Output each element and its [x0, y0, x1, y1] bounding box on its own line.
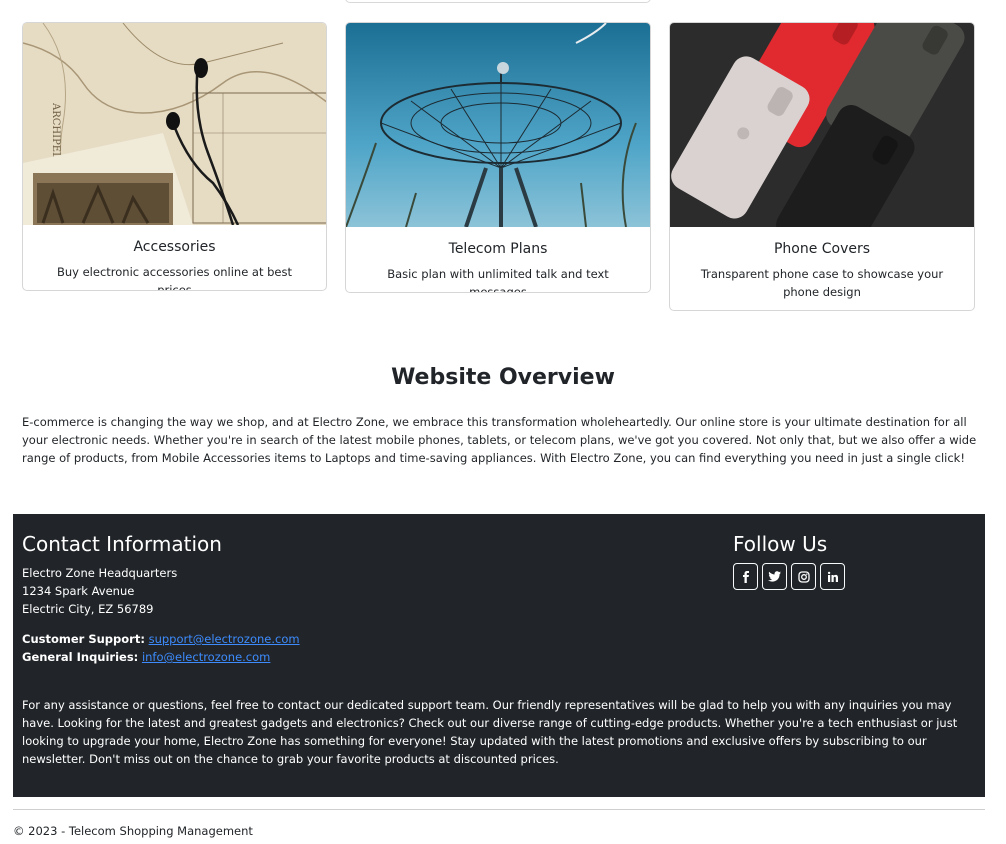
card-top-edge: [345, 0, 651, 3]
instagram-button[interactable]: [791, 563, 816, 590]
contact-emails: Customer Support: support@electrozone.co…: [22, 630, 300, 666]
address-line: 1234 Spark Avenue: [22, 584, 135, 598]
card-title: Accessories: [133, 239, 216, 255]
card-title: Telecom Plans: [448, 241, 548, 257]
phone-covers-card[interactable]: Phone Covers Transparent phone case to s…: [669, 22, 975, 311]
telecom-plans-card[interactable]: Telecom Plans Basic plan with unlimited …: [345, 22, 651, 293]
social-links: [733, 563, 845, 590]
support-label: Customer Support:: [22, 632, 145, 646]
instagram-icon: [797, 570, 810, 583]
overview-title: Website Overview: [391, 365, 615, 390]
address-line: Electro Zone Headquarters: [22, 566, 178, 580]
svg-text:ARCHIPEL: ARCHIPEL: [50, 102, 61, 159]
accessories-image: ARCHIPEL: [23, 23, 326, 225]
accessories-card[interactable]: ARCHIPEL Accessories Buy electronic acce…: [22, 22, 327, 291]
address-block: Electro Zone Headquarters 1234 Spark Ave…: [22, 564, 177, 618]
divider: [13, 809, 985, 810]
copyright-text: © 2023 - Telecom Shopping Management: [13, 824, 253, 838]
footer-paragraph: For any assistance or questions, feel fr…: [22, 698, 958, 766]
overview-text: E-commerce is changing the way we shop, …: [22, 415, 977, 465]
follow-title: Follow Us: [733, 532, 828, 556]
inquiries-email-link[interactable]: info@electrozone.com: [142, 650, 270, 664]
inquiries-label: General Inquiries:: [22, 650, 139, 664]
card-text: Basic plan with unlimited talk and text …: [387, 267, 609, 293]
contact-title: Contact Information: [22, 532, 222, 556]
facebook-icon: [742, 570, 749, 583]
twitter-icon: [768, 570, 781, 582]
address-line: Electric City, EZ 56789: [22, 602, 154, 616]
card-text: Buy electronic accessories online at bes…: [56, 265, 293, 291]
contact-footer: Contact Information Electro Zone Headqua…: [13, 514, 985, 797]
linkedin-icon: [827, 571, 838, 582]
linkedin-button[interactable]: [820, 563, 845, 590]
card-title: Phone Covers: [773, 241, 871, 257]
facebook-button[interactable]: [733, 563, 758, 590]
card-text: Transparent phone case to showcase your …: [700, 267, 944, 299]
twitter-button[interactable]: [762, 563, 787, 590]
phone-covers-image: [670, 23, 974, 227]
support-email-link[interactable]: support@electrozone.com: [149, 632, 300, 646]
telecom-image: [346, 23, 650, 227]
